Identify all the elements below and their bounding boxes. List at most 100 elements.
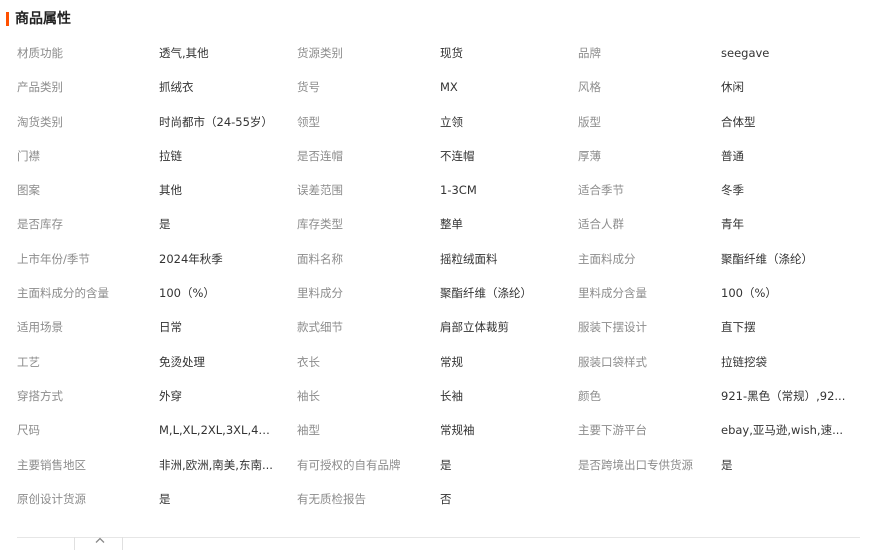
attribute-value: 100（%） — [721, 286, 777, 301]
attribute-label: 图案 — [17, 183, 40, 198]
attribute-label: 是否跨境出口专供货源 — [578, 457, 693, 472]
attribute-label — [578, 482, 708, 516]
attribute-label: 有可授权的自有品牌 — [297, 457, 401, 472]
attribute-value: 是 — [440, 457, 452, 472]
attribute-value: 普通 — [721, 148, 744, 163]
attribute-row: 是否库存 是 库存类型 整单 适合人群 青年 — [17, 207, 867, 241]
attribute-label: 里料成分 — [297, 286, 343, 301]
attribute-label: 面料名称 — [297, 251, 343, 266]
attribute-row: 原创设计货源 是 有无质检报告 否 — [17, 482, 867, 516]
attribute-label: 淘货类别 — [17, 114, 63, 129]
attribute-value: M,L,XL,2XL,3XL,4XL,5... — [159, 423, 277, 438]
attribute-value: ebay,亚马逊,wish,速... — [721, 423, 844, 438]
attribute-value: 是 — [159, 217, 171, 232]
attribute-value: 时尚都市（24-55岁） — [159, 114, 273, 129]
attribute-label: 主要下游平台 — [578, 423, 647, 438]
attribute-label: 里料成分含量 — [578, 286, 647, 301]
attribute-value: 其他 — [159, 183, 182, 198]
attribute-label: 库存类型 — [297, 217, 343, 232]
attribute-row: 工艺 免烫处理 衣长 常规 服装口袋样式 拉链挖袋 — [17, 345, 867, 379]
attribute-value: 抓绒衣 — [159, 80, 194, 95]
attribute-value: 直下摆 — [721, 320, 756, 335]
attribute-label: 是否连帽 — [297, 148, 343, 163]
attribute-label: 产品类别 — [17, 80, 63, 95]
attribute-value: 常规 — [440, 354, 463, 369]
section-header: 商品属性 — [6, 10, 71, 28]
attribute-label: 颜色 — [578, 388, 601, 403]
attribute-value: 2024年秋季 — [159, 251, 223, 266]
attribute-value: 拉链 — [159, 148, 182, 163]
attribute-label: 风格 — [578, 80, 601, 95]
attribute-label: 品牌 — [578, 46, 601, 60]
attribute-label: 穿搭方式 — [17, 388, 63, 403]
attribute-value: 1-3CM — [440, 183, 477, 198]
attribute-value: 摇粒绒面料 — [440, 251, 498, 266]
attribute-value: 长袖 — [440, 388, 463, 403]
attribute-row: 主面料成分的含量 100（%） 里料成分 聚酯纤维（涤纶） 里料成分含量 100（%） — [17, 276, 867, 310]
attribute-value: 肩部立体裁剪 — [440, 320, 509, 335]
attribute-value: 100（%） — [159, 286, 215, 301]
attribute-row: 产品类别 抓绒衣 货号 MX 风格 休闲 — [17, 70, 867, 104]
attribute-row: 主要销售地区 非洲,欧洲,南美,东南... 有可授权的自有品牌 是 是否跨境出口专供货源… — [17, 448, 867, 482]
attribute-value: 常规袖 — [440, 423, 475, 438]
attribute-label: 服装下摆设计 — [578, 320, 647, 335]
attribute-value: seegave — [721, 46, 770, 60]
attribute-value: 日常 — [159, 320, 182, 335]
attribute-label: 款式细节 — [297, 320, 343, 335]
attribute-table: 材质功能 透气,其他 货源类别 现货 品牌 seegave 产品类别 抓绒衣 货号 MX 风格 休闲淘… — [17, 36, 867, 516]
attribute-value: 青年 — [721, 217, 744, 232]
attribute-value: 聚酯纤维（涤纶） — [721, 251, 813, 266]
attribute-value: MX — [440, 80, 458, 95]
attribute-value — [721, 482, 856, 516]
attribute-value: 是 — [159, 491, 171, 506]
attribute-label: 服装口袋样式 — [578, 354, 647, 369]
attribute-value: 是 — [721, 457, 733, 472]
attribute-label: 上市年份/季节 — [17, 251, 90, 266]
attribute-row: 图案 其他 误差范围 1-3CM 适合季节 冬季 — [17, 173, 867, 207]
attribute-value: 921-黑色（常规）,92... — [721, 388, 846, 403]
attribute-row: 淘货类别 时尚都市（24-55岁） 领型 立领 版型 合体型 — [17, 105, 867, 139]
attribute-label: 适合人群 — [578, 217, 624, 232]
attribute-value: 立领 — [440, 114, 463, 129]
attribute-label: 袖型 — [297, 423, 320, 438]
attribute-value: 非洲,欧洲,南美,东南... — [159, 457, 273, 472]
attribute-row: 材质功能 透气,其他 货源类别 现货 品牌 seegave — [17, 36, 867, 70]
chevron-up-icon — [95, 537, 105, 543]
attribute-label: 衣长 — [297, 354, 320, 369]
attribute-value: 整单 — [440, 217, 463, 232]
attribute-label: 主面料成分 — [578, 251, 636, 266]
attribute-label: 领型 — [297, 114, 320, 129]
attribute-label: 是否库存 — [17, 217, 63, 232]
attribute-row: 门襟 拉链 是否连帽 不连帽 厚薄 普通 — [17, 139, 867, 173]
attribute-value: 否 — [440, 491, 452, 506]
attribute-value: 拉链挖袋 — [721, 354, 767, 369]
attribute-label: 适合季节 — [578, 183, 624, 198]
attribute-row: 尺码 M,L,XL,2XL,3XL,4XL,5... 袖型 常规袖 主要下游平台 ebay… — [17, 413, 867, 447]
attribute-value: 休闲 — [721, 80, 744, 95]
attribute-label: 主面料成分的含量 — [17, 286, 109, 301]
attribute-label: 货号 — [297, 80, 320, 95]
attribute-value: 外穿 — [159, 388, 182, 403]
attribute-label: 原创设计货源 — [17, 491, 86, 506]
attribute-label: 货源类别 — [297, 46, 343, 60]
attribute-value: 透气,其他 — [159, 46, 209, 60]
collapse-toggle[interactable] — [90, 533, 110, 547]
section-title: 商品属性 — [15, 11, 71, 27]
attribute-label: 有无质检报告 — [297, 491, 366, 506]
attribute-label: 主要销售地区 — [17, 457, 86, 472]
attribute-row: 上市年份/季节 2024年秋季 面料名称 摇粒绒面料 主面料成分 聚酯纤维（涤纶） — [17, 242, 867, 276]
divider — [74, 537, 75, 550]
section-accent-bar — [6, 12, 9, 26]
attribute-value: 合体型 — [721, 114, 756, 129]
attribute-value: 免烫处理 — [159, 354, 205, 369]
attribute-label: 门襟 — [17, 148, 40, 163]
attribute-row: 适用场景 日常 款式细节 肩部立体裁剪 服装下摆设计 直下摆 — [17, 310, 867, 344]
divider — [122, 537, 123, 550]
attribute-label: 工艺 — [17, 354, 40, 369]
attribute-label: 袖长 — [297, 388, 320, 403]
attribute-value: 不连帽 — [440, 148, 475, 163]
attribute-value: 聚酯纤维（涤纶） — [440, 286, 532, 301]
attribute-label: 厚薄 — [578, 148, 601, 163]
divider — [17, 537, 860, 538]
attribute-label: 材质功能 — [17, 46, 63, 60]
